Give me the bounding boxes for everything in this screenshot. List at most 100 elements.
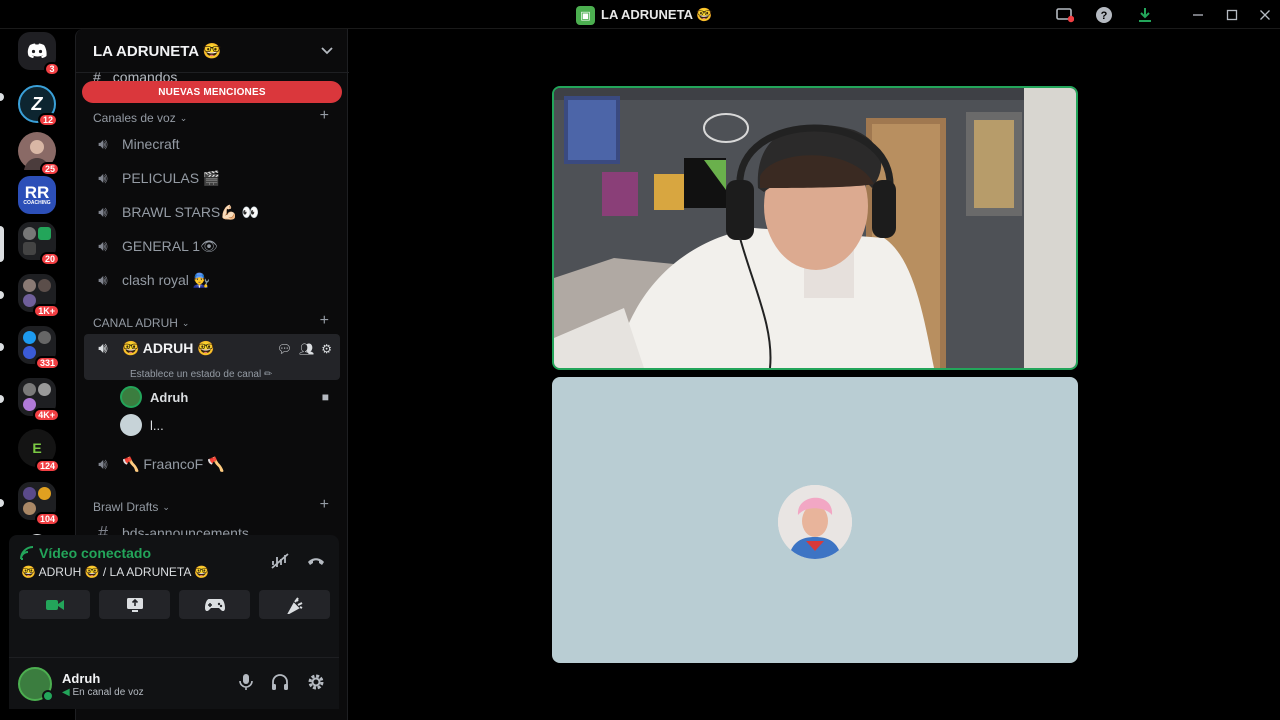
camera-button[interactable] [19, 590, 90, 619]
channel-name: BRAWL STARS💪🏻 👀 [122, 203, 260, 220]
user-panel: Adruh ◀︎ En canal de voz [9, 657, 339, 709]
screen-share-icon [126, 597, 143, 612]
user-controls [239, 673, 325, 696]
category-canal-adruh[interactable]: CANAL ADRUH ⌄ [93, 316, 189, 330]
chevron-down-icon: ⌄ [179, 112, 188, 123]
guild-rr-coaching-icon[interactable]: RR COACHING [18, 176, 56, 214]
voice-user-l[interactable]: l... [120, 412, 164, 438]
voice-channel-peliculas[interactable]: 🔊︎ PELICULAS 🎬 [84, 163, 340, 193]
category-voice[interactable]: Canales de voz ⌄ [93, 111, 187, 125]
microphone-icon[interactable] [239, 673, 253, 696]
voice-buttons [19, 590, 330, 619]
voice-channel-brawl-stars[interactable]: 🔊︎ BRAWL STARS💪🏻 👀 [84, 197, 340, 227]
unread-badge: 331 [34, 356, 60, 370]
screen-share-button[interactable] [99, 590, 170, 619]
video-tile-adruh[interactable] [552, 86, 1078, 370]
download-icon[interactable] [1134, 4, 1156, 26]
gear-icon[interactable]: ⚙︎ [321, 342, 332, 356]
title-bar: ▣ LA ADRUNETA 🤓 ? [0, 0, 1280, 29]
add-channel-icon[interactable]: + [320, 312, 329, 330]
discord-home-icon[interactable]: 3 [18, 32, 60, 76]
category-label: CANAL ADRUH [93, 316, 178, 330]
new-mentions-banner[interactable]: NUEVAS MENCIONES [82, 81, 342, 103]
guild-folder-icon[interactable]: 104 [18, 482, 60, 526]
add-channel-icon[interactable]: + [320, 496, 329, 514]
guild-avatar-icon[interactable]: 25 [18, 132, 60, 176]
server-name: LA ADRUNETA 🤓 [93, 42, 222, 60]
disconnect-icon[interactable] [307, 553, 325, 573]
selected-pill [0, 226, 4, 262]
svg-text:?: ? [1101, 10, 1108, 22]
server-icon: ▣ [576, 5, 595, 25]
headphones-icon[interactable] [271, 673, 289, 696]
voice-user-adruh[interactable]: Adruh [120, 384, 188, 410]
speaker-icon: 🔊︎ [98, 237, 108, 255]
channel-name: clash royal 👨‍🔧 [122, 271, 211, 288]
chevron-down-icon: ⌄ [181, 317, 190, 328]
unread-badge: 20 [39, 252, 60, 266]
screen-share-icon[interactable] [1054, 4, 1076, 26]
window-title: ▣ LA ADRUNETA 🤓 [576, 5, 712, 25]
invite-icon[interactable]: 👥︎ [299, 342, 314, 356]
voice-location[interactable]: 🤓 ADRUH 🤓 / LA ADRUNETA 🤓 [21, 565, 209, 579]
category-brawl-drafts[interactable]: Brawl Drafts ⌄ [93, 500, 170, 514]
speaker-icon: 🔊︎ [98, 203, 108, 221]
voice-status[interactable]: Vídeo conectado [20, 545, 151, 561]
guild-z-icon[interactable]: Z 12 [18, 85, 58, 127]
user-avatar-image [778, 485, 852, 559]
voice-actions [271, 553, 325, 573]
channel-name: 🤓 ADRUH 🤓 [122, 340, 215, 356]
activities-button[interactable] [179, 590, 250, 619]
speaker-icon: ◀︎ [62, 687, 70, 698]
guild-folder-icon[interactable]: 331 [18, 326, 60, 370]
add-channel-icon[interactable]: + [320, 107, 329, 125]
channel-name: PELICULAS 🎬 [122, 169, 221, 186]
channel-status[interactable]: Establece un estado de canal ✏ [130, 369, 272, 380]
chevron-down-icon[interactable] [321, 42, 333, 58]
soundboard-button[interactable] [259, 590, 330, 619]
unread-badge: 4K+ [33, 408, 60, 422]
unread-pill [0, 291, 4, 299]
voice-status-text: Vídeo conectado [39, 545, 152, 561]
guild-folder-icon[interactable]: 20 [18, 222, 60, 266]
unread-pill [0, 395, 4, 403]
camera-icon: ■ [321, 390, 329, 404]
avatar [778, 485, 852, 559]
voice-channel-general-1[interactable]: 🔊︎ GENERAL 1👁 [84, 231, 340, 261]
maximize-icon[interactable] [1221, 4, 1243, 26]
help-icon[interactable]: ? [1093, 4, 1115, 26]
category-label: Canales de voz [93, 111, 176, 125]
video-tile-user[interactable] [552, 377, 1078, 663]
channel-name: Minecraft [122, 136, 180, 152]
webcam-video [554, 88, 1076, 368]
unread-pill [0, 499, 4, 507]
voice-channel-clash-royal[interactable]: 🔊︎ clash royal 👨‍🔧 [84, 265, 340, 295]
voice-connection-panel: Vídeo conectado 🤓 ADRUH 🤓 / LA ADRUNETA … [9, 535, 339, 657]
unread-pill [0, 93, 4, 101]
chevron-down-icon: ⌄ [162, 501, 170, 512]
voice-channel-fraancof[interactable]: 🔊︎ 🪓 FraancoF 🪓 [84, 449, 340, 479]
user-name[interactable]: Adruh [62, 671, 100, 686]
unread-badge: 3 [44, 62, 60, 76]
unread-badge: 124 [34, 459, 60, 473]
close-icon[interactable] [1254, 4, 1276, 26]
gear-icon[interactable] [307, 673, 325, 696]
voice-channel-adruh[interactable]: 🔊︎ 🤓 ADRUH 🤓 💬︎ 👥︎ ⚙︎ Establece un estad… [84, 334, 340, 380]
minimize-icon[interactable] [1187, 4, 1209, 26]
voice-user-name: Adruh [150, 389, 189, 405]
speaker-icon: 🔊︎ [98, 340, 108, 357]
online-status-dot [42, 690, 54, 702]
gamepad-icon [204, 598, 225, 611]
avatar [120, 414, 142, 436]
voice-user-name: l... [150, 417, 164, 433]
guild-e-icon[interactable]: E 124 [18, 429, 60, 473]
guild-folder-icon[interactable]: 4K+ [18, 378, 60, 422]
category-label: Brawl Drafts [93, 500, 159, 514]
chat-icon[interactable]: 💬︎ [277, 342, 292, 356]
guild-folder-icon[interactable]: 1K+ [18, 274, 60, 318]
server-header[interactable]: LA ADRUNETA 🤓 [76, 29, 349, 73]
speaker-icon: 🔊︎ [98, 135, 108, 153]
noise-suppression-icon[interactable] [271, 553, 289, 573]
voice-channel-minecraft[interactable]: 🔊︎ Minecraft [84, 129, 340, 159]
signal-icon [20, 546, 34, 560]
